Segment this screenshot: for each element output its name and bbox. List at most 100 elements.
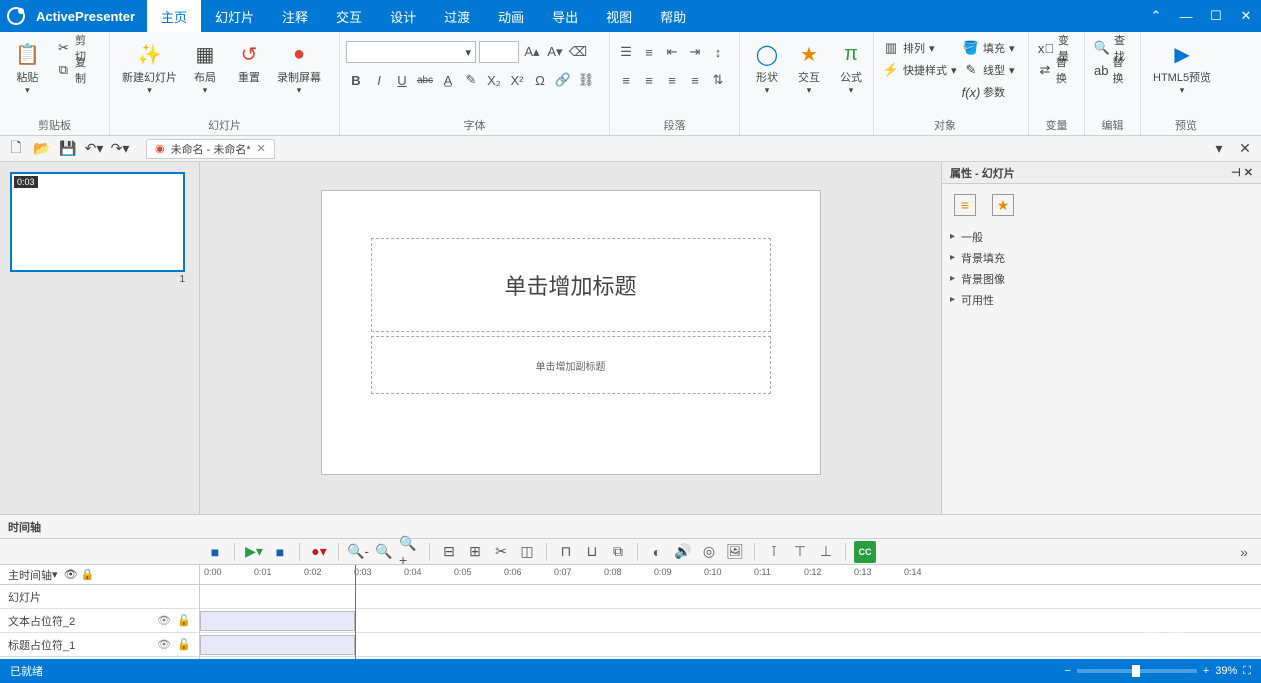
param-button[interactable]: f(x)参数 <box>960 82 1008 102</box>
record-screen-button[interactable]: ●录制屏幕▾ <box>271 36 327 98</box>
layout-button[interactable]: ▦布局▾ <box>183 36 227 98</box>
align-center-icon[interactable]: ≡ <box>639 70 659 90</box>
replace-button[interactable]: ab替换 <box>1091 60 1134 80</box>
document-tab[interactable]: ◉ 未命名 - 未命名* ✕ <box>146 139 275 159</box>
shapes-button[interactable]: ◯形状▾ <box>746 36 788 98</box>
replace-var-button[interactable]: ⇄替换 <box>1035 60 1078 80</box>
zoom-out-icon[interactable]: − <box>1064 665 1070 677</box>
indent-left-icon[interactable]: ⇤ <box>662 42 682 62</box>
title-placeholder[interactable]: 单击增加标题 <box>371 238 771 332</box>
snap-icon[interactable]: ⊓ <box>555 541 577 563</box>
marker1-icon[interactable]: ⊺ <box>763 541 785 563</box>
underline-button[interactable]: U <box>392 70 412 90</box>
italic-button[interactable]: I <box>369 70 389 90</box>
fade-icon[interactable]: ◐ <box>646 541 668 563</box>
main-timeline-select[interactable]: 主时间轴▾ 👁 🔒 <box>0 565 199 585</box>
zoom-out-tl-icon[interactable]: 🔍- <box>347 541 369 563</box>
save-icon[interactable]: 💾 <box>58 139 78 159</box>
clip-text-2[interactable] <box>200 611 355 631</box>
omega-icon[interactable]: Ω <box>530 70 550 90</box>
highlight-icon[interactable]: ✎ <box>461 70 481 90</box>
indent-right-icon[interactable]: ⇥ <box>685 42 705 62</box>
timeline-lanes[interactable]: 0:00 0:01 0:02 0:03 0:04 0:05 0:06 0:07 … <box>200 565 1261 659</box>
quickstyle-button[interactable]: ⚡快捷样式▾ <box>880 60 960 80</box>
fill-button[interactable]: 🪣填充▾ <box>960 38 1018 58</box>
magnet-icon[interactable]: ⊔ <box>581 541 603 563</box>
arrange-button[interactable]: ▥排列▾ <box>880 38 938 58</box>
redo-icon[interactable]: ↷▾ <box>110 139 130 159</box>
slide[interactable]: 单击增加标题 单击增加副标题 <box>321 190 821 475</box>
zoom-in-tl-icon[interactable]: 🔍+ <box>399 541 421 563</box>
html5-preview-button[interactable]: ▶HTML5预览▾ <box>1147 36 1217 98</box>
subtitle-placeholder[interactable]: 单击增加副标题 <box>371 336 771 394</box>
cc-icon[interactable]: CC <box>854 541 876 563</box>
menu-slide[interactable]: 幻灯片 <box>201 0 268 32</box>
lane-slide[interactable] <box>200 585 1261 609</box>
play-icon[interactable]: ▶▾ <box>243 541 265 563</box>
maximize-icon[interactable]: ☐ <box>1201 0 1231 32</box>
zoom-in-icon[interactable]: + <box>1203 665 1209 677</box>
record-tl-icon[interactable]: ●▾ <box>308 541 330 563</box>
decrease-font-icon[interactable]: A▾ <box>545 42 565 62</box>
superscript-icon[interactable]: X² <box>507 70 527 90</box>
goto-start-icon[interactable]: ■ <box>204 541 226 563</box>
font-size-select[interactable] <box>479 41 519 63</box>
unlink-icon[interactable]: ⛓ <box>576 70 596 90</box>
undo-icon[interactable]: ↶▾ <box>84 139 104 159</box>
zoom-fit-tl-icon[interactable]: 🔍 <box>373 541 395 563</box>
align-justify-icon[interactable]: ≡ <box>685 70 705 90</box>
increase-font-icon[interactable]: A▴ <box>522 42 542 62</box>
canvas[interactable]: 单击增加标题 单击增加副标题 <box>200 162 941 514</box>
align-left-icon[interactable]: ≡ <box>616 70 636 90</box>
minimize-icon[interactable]: — <box>1171 0 1201 32</box>
menu-design[interactable]: 设计 <box>376 0 430 32</box>
menu-export[interactable]: 导出 <box>538 0 592 32</box>
group-icon[interactable]: ⧉ <box>607 541 629 563</box>
stop-icon[interactable]: ■ <box>269 541 291 563</box>
align-right-icon[interactable]: ≡ <box>662 70 682 90</box>
line-button[interactable]: ✎线型▾ <box>960 60 1018 80</box>
track-title-1[interactable]: 标题占位符_1👁🔓 <box>0 633 199 657</box>
number-list-icon[interactable]: ≡ <box>639 42 659 62</box>
panel-menu-icon[interactable]: ▾ <box>1209 139 1229 159</box>
section-bgimage[interactable]: 背景图像 <box>942 268 1261 289</box>
fit-screen-icon[interactable]: ⛶ <box>1243 665 1251 678</box>
close-tab-icon[interactable]: ✕ <box>257 142 266 155</box>
effect-icon[interactable]: ◎ <box>698 541 720 563</box>
tl-menu-icon[interactable]: » <box>1233 541 1255 563</box>
link-icon[interactable]: 🔗 <box>553 70 573 90</box>
new-slide-button[interactable]: ✨新建幻灯片▾ <box>116 36 183 98</box>
collapse-ribbon-icon[interactable]: ⌃ <box>1141 0 1171 32</box>
cut-range-icon[interactable]: ✂ <box>490 541 512 563</box>
marker2-icon[interactable]: ⊤ <box>789 541 811 563</box>
paste-button[interactable]: 📋 粘贴 ▾ <box>6 36 49 98</box>
open-icon[interactable]: 📂 <box>32 139 52 159</box>
pin-icon[interactable]: ⊣ <box>1231 166 1241 179</box>
zoom-slider[interactable] <box>1077 669 1197 673</box>
section-bgfill[interactable]: 背景填充 <box>942 247 1261 268</box>
interact-button[interactable]: ★交互▾ <box>788 36 830 98</box>
image-icon[interactable]: 🖼 <box>724 541 746 563</box>
close-panel-icon[interactable]: ✕ <box>1244 166 1253 179</box>
properties-tab-general-icon[interactable]: ≡ <box>954 194 976 216</box>
split-icon[interactable]: ⊟ <box>438 541 460 563</box>
menu-transition[interactable]: 过渡 <box>430 0 484 32</box>
section-avail[interactable]: 可用性 <box>942 289 1261 310</box>
marker3-icon[interactable]: ⊥ <box>815 541 837 563</box>
line-spacing-icon[interactable]: ↕ <box>708 42 728 62</box>
properties-tab-star-icon[interactable]: ★ <box>992 194 1014 216</box>
menu-annotate[interactable]: 注释 <box>268 0 322 32</box>
reset-button[interactable]: ↺重置 <box>227 36 271 87</box>
font-family-select[interactable]: ▾ <box>346 41 476 63</box>
crop-icon[interactable]: ◫ <box>516 541 538 563</box>
new-doc-icon[interactable]: 🗋 <box>6 139 26 159</box>
clear-format-icon[interactable]: ⌫ <box>568 42 588 62</box>
section-general[interactable]: 一般 <box>942 226 1261 247</box>
volume-icon[interactable]: 🔊 <box>672 541 694 563</box>
bold-button[interactable]: B <box>346 70 366 90</box>
timeline-ruler[interactable]: 0:00 0:01 0:02 0:03 0:04 0:05 0:06 0:07 … <box>200 565 1261 585</box>
close-icon[interactable]: ✕ <box>1231 0 1261 32</box>
menu-home[interactable]: 主页 <box>147 0 201 32</box>
formula-button[interactable]: π公式▾ <box>830 36 872 98</box>
menu-animation[interactable]: 动画 <box>484 0 538 32</box>
